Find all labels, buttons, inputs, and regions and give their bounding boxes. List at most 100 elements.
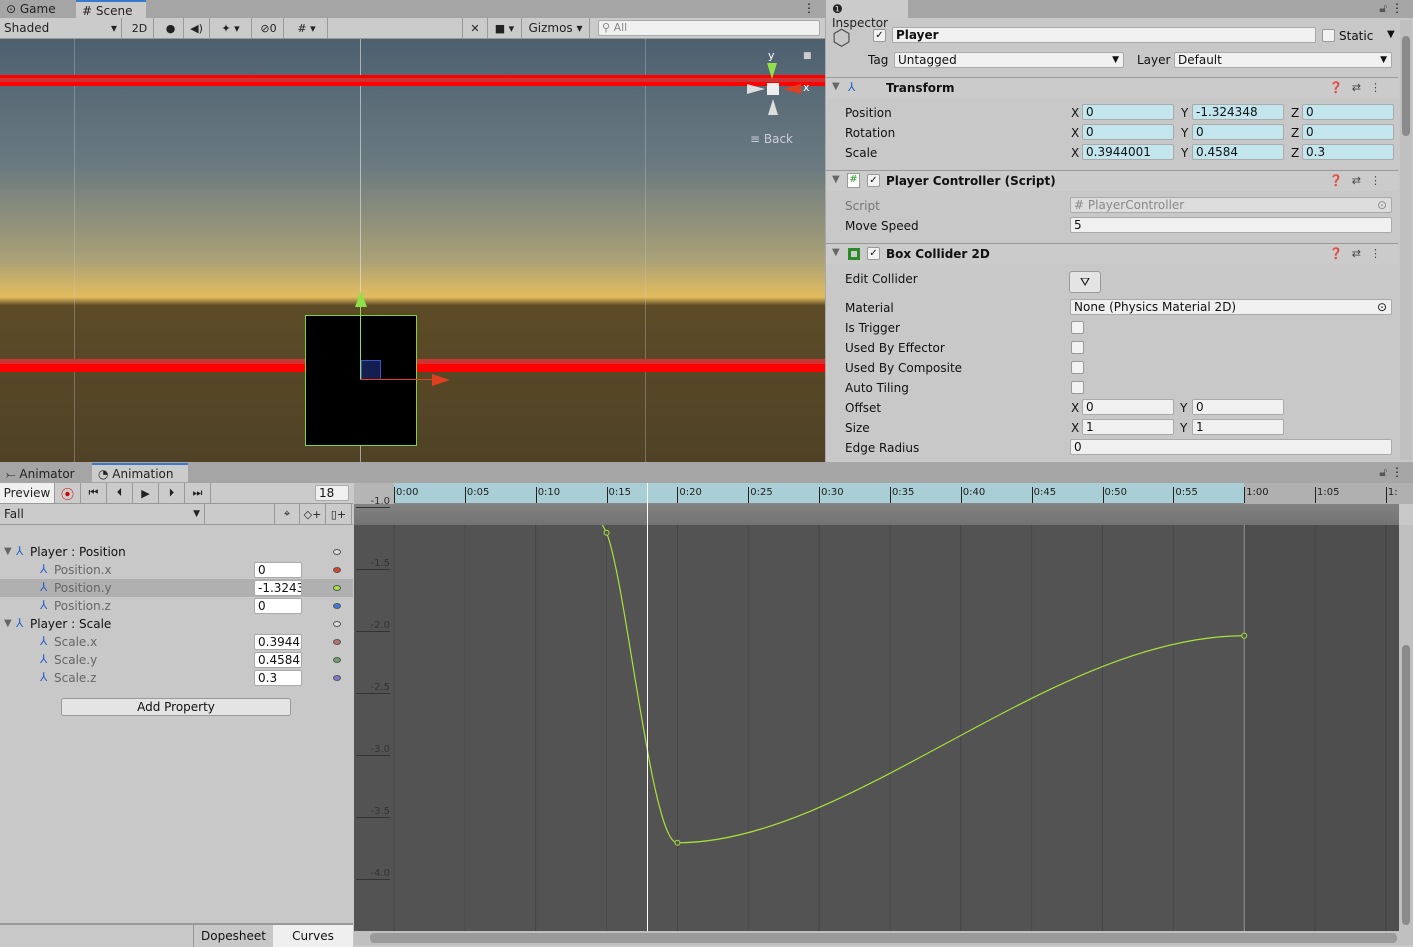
curve-color-icon[interactable] xyxy=(333,549,341,555)
component-header-icons[interactable]: ❓⇄⋮ xyxy=(1329,174,1390,187)
player-controller-header[interactable]: ▼ # ✓ Player Controller (Script) ❓⇄⋮ xyxy=(826,170,1398,191)
frame-input[interactable]: 18 xyxy=(315,485,349,501)
property-value-input[interactable]: 0.3944 xyxy=(254,634,302,650)
back-label[interactable]: ≡ Back xyxy=(750,132,793,146)
curve-keyframe[interactable] xyxy=(603,529,610,536)
curve-color-icon[interactable] xyxy=(333,585,341,591)
vertical-scrollbar[interactable] xyxy=(1399,525,1413,931)
used-by-effector-checkbox[interactable] xyxy=(1071,341,1084,354)
effects-dropdown[interactable]: ✦ ▾ xyxy=(210,18,252,38)
inspector-scrollbar[interactable] xyxy=(1400,20,1412,460)
edit-collider-button[interactable]: ⛛ xyxy=(1069,271,1101,293)
enabled-checkbox[interactable]: ✓ xyxy=(867,247,880,260)
property-group[interactable]: ▼ ⅄ Player : Scale xyxy=(0,615,353,633)
tab-dopesheet[interactable]: Dopesheet xyxy=(193,925,273,947)
property-row[interactable]: ⅄ Position.y -1.3243 xyxy=(0,579,353,597)
script-field[interactable]: # PlayerController ⊙ xyxy=(1070,197,1392,213)
curve-color-icon[interactable] xyxy=(333,567,341,573)
curve-color-icon[interactable] xyxy=(333,603,341,609)
pivot-square[interactable] xyxy=(361,360,381,380)
foldout-arrow-icon[interactable]: ▼ xyxy=(4,546,12,557)
box-collider-header[interactable]: ▼ ✓ Box Collider 2D ❓⇄⋮ xyxy=(826,243,1398,264)
gizmo-neg-x-cone[interactable] xyxy=(747,84,765,94)
scale-z-input[interactable]: 0.3 xyxy=(1302,144,1394,160)
property-value-input[interactable]: 0 xyxy=(254,562,302,578)
property-row[interactable]: ⅄ Position.x 0 xyxy=(0,561,353,579)
2d-toggle[interactable]: 2D xyxy=(126,18,154,38)
foldout-arrow-icon[interactable]: ▼ xyxy=(4,618,12,629)
clip-dropdown[interactable]: Fall ▼ xyxy=(0,504,205,524)
last-key-button[interactable]: ⏭ xyxy=(185,483,211,503)
tab-game[interactable]: ⊙ Game xyxy=(0,0,75,19)
gizmo-center-cube[interactable] xyxy=(767,83,779,95)
active-checkbox[interactable]: ✓ xyxy=(873,29,886,42)
position-z-input[interactable]: 0 xyxy=(1302,104,1394,120)
event-track[interactable] xyxy=(354,504,1399,525)
scale-x-input[interactable]: 0.3944001 xyxy=(1082,144,1174,160)
camera-dropdown[interactable]: ■ ▾ xyxy=(488,18,522,38)
rotation-x-input[interactable]: 0 xyxy=(1082,124,1174,140)
gizmo-y-cone[interactable] xyxy=(767,63,777,79)
play-button[interactable]: ▶ xyxy=(133,483,159,503)
property-value-input[interactable]: 0 xyxy=(254,598,302,614)
curve-color-icon[interactable] xyxy=(333,621,341,627)
scene-search-input[interactable]: ⚲ All xyxy=(598,20,820,36)
auto-tiling-checkbox[interactable] xyxy=(1071,381,1084,394)
filter-selection-button[interactable]: ⌖ xyxy=(274,504,300,524)
record-button[interactable]: ⦿ xyxy=(55,483,81,503)
gizmo-neg-y-cone[interactable] xyxy=(768,99,778,115)
property-value-input[interactable]: 0.4584 xyxy=(254,652,302,668)
property-value-input[interactable]: -1.3243 xyxy=(254,580,302,596)
property-row[interactable]: ⅄ Scale.z 0.3 xyxy=(0,669,353,687)
shading-dropdown[interactable]: Shaded ▾ xyxy=(0,18,122,38)
offset-x-input[interactable]: 0 xyxy=(1082,399,1174,415)
curve-color-icon[interactable] xyxy=(333,675,341,681)
next-key-button[interactable]: ⏵ xyxy=(159,483,185,503)
property-value-input[interactable]: 0.3 xyxy=(254,670,302,686)
gameobject-cube-icon[interactable]: ⬡ xyxy=(832,26,851,51)
used-by-composite-checkbox[interactable] xyxy=(1071,361,1084,374)
playhead[interactable] xyxy=(647,483,648,931)
property-group[interactable]: ▼ ⅄ Player : Position xyxy=(0,543,353,561)
tab-scene[interactable]: # Scene xyxy=(76,0,146,19)
timeline-ruler[interactable]: 0:00 0:05 0:10 0:15 0:20 0:25 0:30 0:35 0:40 0:45… xyxy=(354,483,1413,504)
x-axis-arrow[interactable] xyxy=(360,379,436,380)
curve-color-icon[interactable] xyxy=(333,657,341,663)
is-trigger-checkbox[interactable] xyxy=(1071,321,1084,334)
grid-dropdown[interactable]: # ▾ xyxy=(286,18,328,38)
component-header-icons[interactable]: ❓⇄⋮ xyxy=(1329,247,1390,260)
curve-color-icon[interactable] xyxy=(333,639,341,645)
curve-keyframe[interactable] xyxy=(1241,632,1248,639)
scale-y-input[interactable]: 0.4584 xyxy=(1192,144,1284,160)
object-picker-icon[interactable]: ⊙ xyxy=(1377,198,1387,212)
prev-key-button[interactable]: ⏴ xyxy=(107,483,133,503)
transform-header[interactable]: ▼ ⅄ Transform ❓⇄⋮ xyxy=(826,77,1398,98)
component-header-icons[interactable]: ❓⇄⋮ xyxy=(1329,81,1390,94)
lock-icon[interactable]: ■ xyxy=(803,51,812,61)
tab-curves[interactable]: Curves xyxy=(273,925,353,947)
rotation-z-input[interactable]: 0 xyxy=(1302,124,1394,140)
position-y-input[interactable]: -1.324348 xyxy=(1192,104,1284,120)
tools-button[interactable]: ✕ xyxy=(462,18,488,38)
move-speed-input[interactable]: 5 xyxy=(1070,217,1392,233)
hidden-objects-toggle[interactable]: ⊘ 0 xyxy=(254,18,284,38)
orientation-gizmo[interactable]: y x ■ xyxy=(745,49,815,119)
more-icon[interactable]: ⋮ xyxy=(803,1,815,15)
first-key-button[interactable]: ⏮ xyxy=(81,483,107,503)
tag-dropdown[interactable]: Untagged ▼ xyxy=(894,52,1124,68)
lighting-toggle[interactable]: ● xyxy=(158,18,184,38)
size-y-input[interactable]: 1 xyxy=(1192,419,1284,435)
gizmo-x-cone[interactable] xyxy=(783,84,801,94)
player-sprite[interactable] xyxy=(305,315,417,446)
y-axis-arrow[interactable] xyxy=(360,301,361,379)
more-icon[interactable]: ⋮ xyxy=(1391,465,1403,479)
curve-graph[interactable] xyxy=(354,525,1399,931)
horizontal-scrollbar[interactable] xyxy=(354,931,1413,945)
size-x-input[interactable]: 1 xyxy=(1082,419,1174,435)
property-row[interactable]: ⅄ Scale.y 0.4584 xyxy=(0,651,353,669)
curve-keyframe[interactable] xyxy=(674,839,681,846)
object-name-input[interactable]: Player xyxy=(892,27,1316,43)
preview-toggle[interactable]: Preview xyxy=(0,483,55,503)
edge-radius-input[interactable]: 0 xyxy=(1070,439,1392,455)
more-icon[interactable]: ⋮ xyxy=(1391,1,1403,15)
